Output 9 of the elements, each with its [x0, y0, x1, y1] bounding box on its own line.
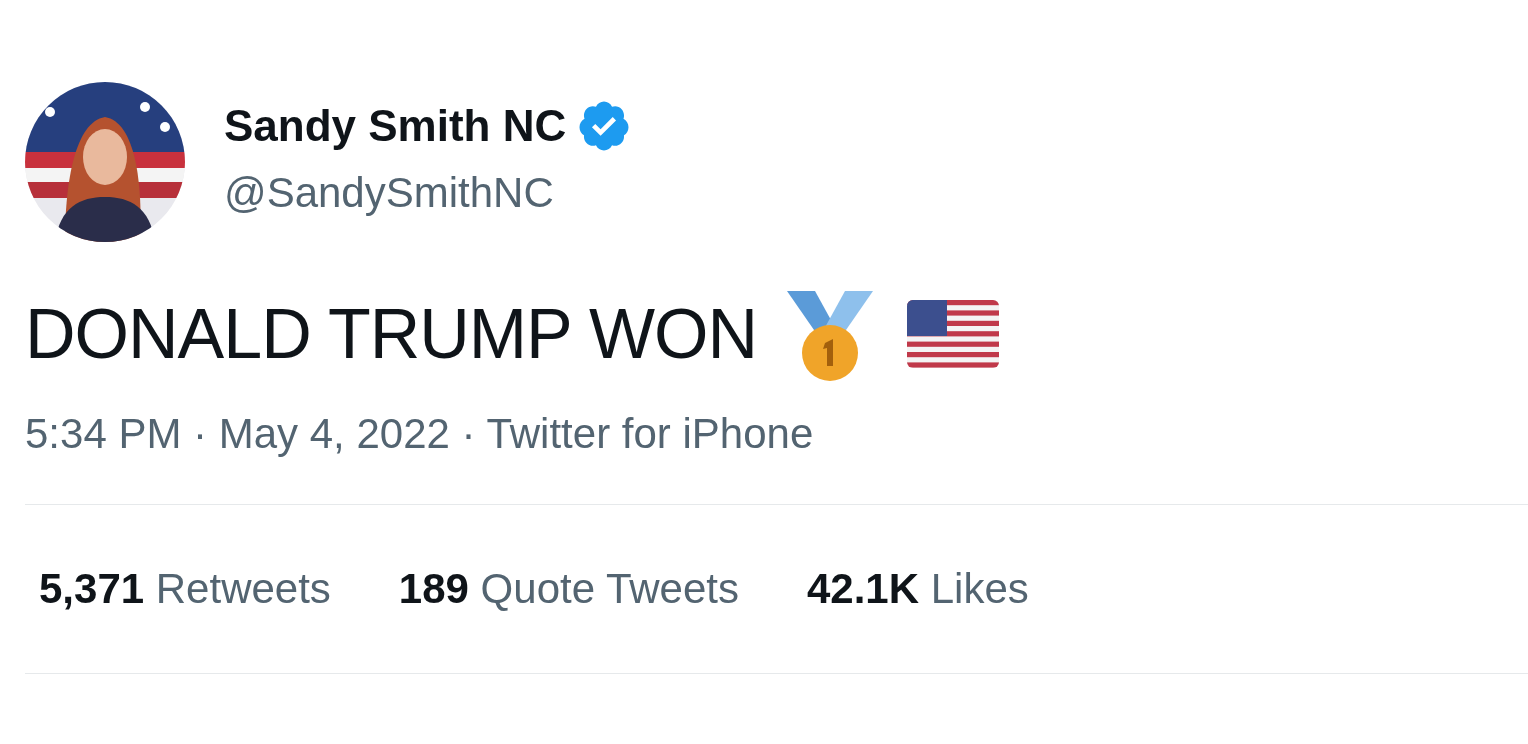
tweet-timestamp[interactable]: 5:34 PM · May 4, 2022 · Twitter for iPhone [25, 410, 1528, 458]
author-name[interactable]: Sandy Smith NC [224, 99, 567, 153]
tweet-text: DONALD TRUMP WON [25, 294, 758, 374]
medal-icon [785, 291, 876, 383]
stat-link[interactable]: 189 Quote Tweets [398, 565, 739, 613]
stat-link[interactable]: 42.1K Likes [807, 565, 1029, 613]
stat-link[interactable]: 5,371 Retweets [39, 565, 331, 613]
author-handle[interactable]: @SandySmithNC [224, 168, 633, 218]
flag-icon [907, 300, 1000, 368]
